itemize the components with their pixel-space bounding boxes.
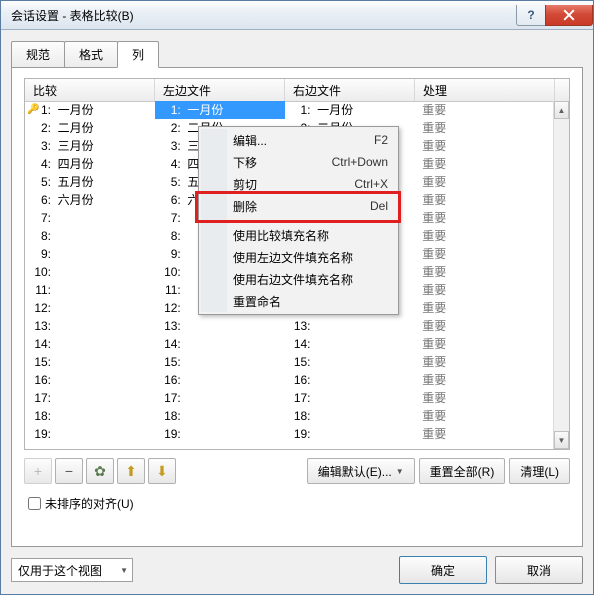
cancel-button[interactable]: 取消 (495, 556, 583, 584)
table-row[interactable]: 13:13:13:重要 (25, 317, 554, 335)
ctx-reset-name[interactable]: 重置命名 (201, 290, 396, 312)
ctx-fill-left[interactable]: 使用左边文件填充名称 (201, 246, 396, 268)
tab-strip: 规范 格式 列 (11, 41, 583, 67)
grid-header: 比较 左边文件 右边文件 处理 (25, 79, 569, 102)
close-button[interactable] (545, 5, 593, 26)
window-title: 会话设置 - 表格比较(B) (11, 7, 517, 24)
table-row[interactable]: 17:17:17:重要 (25, 389, 554, 407)
ctx-cut[interactable]: 剪切Ctrl+X (201, 173, 396, 195)
clear-button[interactable]: 清理(L) (509, 458, 570, 484)
unsorted-align-label: 未排序的对齐(U) (45, 495, 134, 512)
chevron-down-icon: ▼ (396, 467, 404, 476)
close-icon (563, 9, 575, 21)
table-row[interactable]: 15:15:15:重要 (25, 353, 554, 371)
settings-button[interactable]: ✿ (86, 458, 114, 484)
scope-combo[interactable]: 仅用于这个视图 ▼ (11, 558, 133, 582)
help-button[interactable]: ? (516, 5, 546, 26)
scroll-down-icon[interactable]: ▼ (554, 431, 569, 449)
ctx-fill-compare[interactable]: 使用比较填充名称 (201, 224, 396, 246)
col-right[interactable]: 右边文件 (285, 79, 415, 101)
table-row[interactable]: 18:18:18:重要 (25, 407, 554, 425)
context-menu: 编辑...F2 下移Ctrl+Down 剪切Ctrl+X 删除Del 使用比较填… (198, 126, 399, 315)
table-row[interactable]: 🔑1: 一月份1: 一月份1: 一月份重要 (25, 101, 554, 119)
scroll-up-icon[interactable]: ▲ (554, 101, 569, 119)
move-down-button[interactable]: ⬇ (148, 458, 176, 484)
grid-toolbar: + − ✿ ⬆ ⬇ 编辑默认(E)...▼ 重置全部(R) 清理(L) (24, 458, 570, 484)
tab-spec[interactable]: 规范 (11, 41, 65, 68)
ctx-delete[interactable]: 删除Del (201, 195, 396, 217)
tab-format[interactable]: 格式 (64, 41, 118, 68)
ok-button[interactable]: 确定 (399, 556, 487, 584)
chevron-down-icon: ▼ (120, 566, 128, 575)
col-handling[interactable]: 处理 (415, 79, 555, 101)
grid-scrollbar[interactable]: ▲ ▼ (553, 101, 569, 449)
arrow-down-icon: ⬇ (156, 463, 168, 480)
titlebar: 会话设置 - 表格比较(B) ? (1, 1, 593, 30)
table-row[interactable]: 16:16:16:重要 (25, 371, 554, 389)
gear-icon: ✿ (94, 463, 106, 480)
ctx-edit[interactable]: 编辑...F2 (201, 129, 396, 151)
tab-columns[interactable]: 列 (117, 41, 159, 68)
edit-default-button[interactable]: 编辑默认(E)...▼ (307, 458, 415, 484)
reset-all-button[interactable]: 重置全部(R) (419, 458, 506, 484)
ctx-move-down[interactable]: 下移Ctrl+Down (201, 151, 396, 173)
remove-button[interactable]: − (55, 458, 83, 484)
table-row[interactable]: 19:19:19:重要 (25, 425, 554, 443)
col-compare[interactable]: 比较 (25, 79, 155, 101)
add-button[interactable]: + (24, 458, 52, 484)
scope-value: 仅用于这个视图 (18, 562, 102, 579)
table-row[interactable]: 14:14:14:重要 (25, 335, 554, 353)
move-up-button[interactable]: ⬆ (117, 458, 145, 484)
key-icon: 🔑 (27, 101, 39, 119)
unsorted-align-checkbox[interactable] (28, 497, 41, 510)
ctx-fill-right[interactable]: 使用右边文件填充名称 (201, 268, 396, 290)
col-left[interactable]: 左边文件 (155, 79, 285, 101)
arrow-up-icon: ⬆ (125, 463, 137, 480)
